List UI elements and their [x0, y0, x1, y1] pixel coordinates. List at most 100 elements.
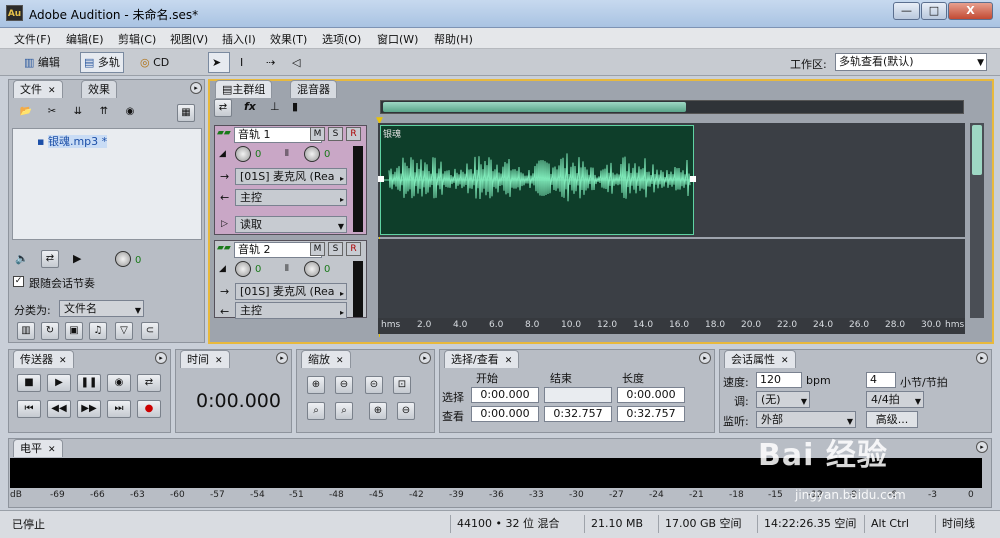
track-1-mute-button[interactable]: M	[310, 127, 325, 141]
track-2-solo-button[interactable]: S	[328, 242, 343, 256]
zoom-to-selection-icon[interactable]: ⊡	[393, 376, 411, 394]
zoom-left-edge-icon[interactable]: ⌕	[307, 402, 325, 420]
show-loop-icon[interactable]: ↻	[41, 322, 59, 340]
advanced-button[interactable]: 高级...	[866, 411, 918, 428]
time-select-tool-button[interactable]: I	[236, 52, 258, 73]
close-button[interactable]: X	[948, 2, 993, 20]
view-start-field[interactable]: 0:00.000	[471, 406, 539, 422]
track-2-record-button[interactable]: R	[346, 242, 361, 256]
menu-options[interactable]: 选项(O)	[322, 31, 361, 47]
play-preview-icon[interactable]: ◉	[121, 104, 139, 122]
track-1-name-field[interactable]: 音轨 1	[234, 127, 322, 143]
tab-transport[interactable]: 传送器 ✕	[13, 350, 74, 368]
edit-view-button[interactable]: ▥ 编辑	[20, 52, 64, 73]
eq-icon[interactable]: ▮	[292, 100, 298, 113]
show-cd-icon[interactable]: ⊂	[141, 322, 159, 340]
track-2-header[interactable]: ▰▰ 音轨 2 M S R ◢ 0 ⫴ 0 → [01S] 麦克风 (Rea ▸ …	[214, 240, 367, 319]
track-1-automation-select[interactable]: 读取 ▼	[235, 216, 347, 233]
play-icon[interactable]: ▶	[73, 252, 81, 265]
track-1-volume-knob[interactable]	[235, 146, 251, 162]
tab-session-properties[interactable]: 会话属性 ✕	[724, 350, 796, 368]
timeline-scroll-thumb[interactable]	[383, 102, 686, 112]
track-1-input-select[interactable]: [01S] 麦克风 (Rea ▸	[235, 168, 347, 185]
time-ruler[interactable]: hms 2.0 4.0 6.0 8.0 10.0 12.0 14.0 16.0 18.0 20.0 2…	[378, 318, 965, 334]
track-2-input-select[interactable]: [01S] 麦克风 (Rea ▸	[235, 283, 347, 300]
monitor-select[interactable]: 外部 ▼	[756, 411, 856, 428]
track-1-output-select[interactable]: 主控 ▸	[235, 189, 347, 206]
pause-icon[interactable]: ❚❚	[77, 374, 101, 392]
sends-icon[interactable]: ⊥	[270, 100, 280, 113]
cd-view-button[interactable]: ◎ CD	[136, 52, 173, 73]
panel-menu-icon[interactable]: ▸	[155, 352, 167, 364]
menu-edit[interactable]: 编辑(E)	[66, 31, 104, 47]
track-1-header[interactable]: ▰▰ 音轨 1 M S R ◢ 0 ⫴ 0 → [01S] 麦克风 (Rea ▸ …	[214, 125, 367, 235]
skip-start-icon[interactable]: ⏮	[17, 400, 41, 418]
track-2-lane[interactable]	[378, 239, 965, 318]
track-1-solo-button[interactable]: S	[328, 127, 343, 141]
time-signature-select[interactable]: 4/4拍 ▼	[866, 391, 924, 408]
view-end-field[interactable]: 0:32.757	[544, 406, 612, 422]
track-2-mute-button[interactable]: M	[310, 242, 325, 256]
close-icon[interactable]: ✕	[59, 356, 67, 366]
timeline-scrollbar[interactable]	[380, 100, 964, 114]
close-icon[interactable]: ✕	[781, 356, 789, 366]
multitrack-view-button[interactable]: ▤ 多轨	[80, 52, 124, 73]
import-file-icon[interactable]: 📂	[17, 104, 35, 122]
select-length-field[interactable]: 0:00.000	[617, 387, 685, 403]
zoom-out-vertical-icon[interactable]: ⊖	[397, 402, 415, 420]
close-file-icon[interactable]: ✂	[43, 104, 61, 122]
automation-expand-icon[interactable]: ▷	[221, 219, 228, 229]
rewind-icon[interactable]: ◀◀	[47, 400, 71, 418]
tab-level[interactable]: 电平 ✕	[13, 439, 63, 457]
record-icon[interactable]: ●	[137, 400, 161, 418]
fast-forward-icon[interactable]: ▶▶	[77, 400, 101, 418]
clip-envelope-handle[interactable]	[690, 176, 696, 182]
minimize-button[interactable]: —	[893, 2, 920, 20]
menu-clip[interactable]: 剪辑(C)	[118, 31, 156, 47]
track-2-output-select[interactable]: 主控 ▸	[235, 302, 347, 319]
show-video-icon[interactable]: ▣	[65, 322, 83, 340]
speaker-icon[interactable]: 🔈	[15, 252, 29, 265]
track-2-pan-knob[interactable]	[304, 261, 320, 277]
menu-help[interactable]: 帮助(H)	[434, 31, 473, 47]
close-icon[interactable]: ✕	[505, 356, 513, 366]
clip-envelope-handle[interactable]	[378, 176, 384, 182]
tempo-field[interactable]: 120	[756, 372, 802, 388]
close-icon[interactable]: ✕	[48, 445, 56, 455]
tab-selection-view[interactable]: 选择/查看 ✕	[444, 350, 520, 368]
menu-insert[interactable]: 插入(I)	[222, 31, 256, 47]
zoom-out-horizontal-icon[interactable]: ⊖	[335, 376, 353, 394]
play-icon[interactable]: ▶	[47, 374, 71, 392]
track-1-record-button[interactable]: R	[346, 127, 361, 141]
menu-file[interactable]: 文件(F)	[14, 31, 51, 47]
select-start-field[interactable]: 0:00.000	[471, 387, 539, 403]
tab-zoom[interactable]: 缩放 ✕	[301, 350, 351, 368]
close-icon[interactable]: ✕	[48, 86, 56, 96]
panel-menu-icon[interactable]: ▸	[699, 352, 711, 364]
track-io-icon[interactable]: ⇄	[214, 99, 232, 117]
show-audio-icon[interactable]: ▥	[17, 322, 35, 340]
tab-time[interactable]: 时间 ✕	[180, 350, 230, 368]
workspace-select[interactable]: 多轨查看(默认) ▼	[835, 53, 987, 71]
stop-icon[interactable]: ■	[17, 374, 41, 392]
menu-effects[interactable]: 效果(T)	[270, 31, 307, 47]
close-icon[interactable]: ✕	[336, 356, 344, 366]
move-tool-button[interactable]: ➤	[208, 52, 230, 73]
scrub-tool-button[interactable]: ◁	[288, 52, 310, 73]
view-options-icon[interactable]: ▦	[177, 104, 195, 122]
insert-into-cd-icon[interactable]: ⇈	[95, 104, 113, 122]
track-2-volume-knob[interactable]	[235, 261, 251, 277]
loop-play-icon[interactable]: ⇄	[137, 374, 161, 392]
panel-menu-icon[interactable]: ▸	[190, 82, 202, 94]
sort-select[interactable]: 文件名 ▼	[59, 300, 144, 317]
audio-clip[interactable]: 银魂	[378, 125, 696, 235]
close-icon[interactable]: ✕	[215, 356, 223, 366]
key-select[interactable]: (无) ▼	[756, 391, 810, 408]
menu-view[interactable]: 视图(V)	[170, 31, 208, 47]
zoom-in-horizontal-icon[interactable]: ⊕	[307, 376, 325, 394]
filter-icon[interactable]: ▽	[115, 322, 133, 340]
track-1-pan-knob[interactable]	[304, 146, 320, 162]
follow-session-checkbox[interactable]: ✓	[13, 276, 24, 287]
play-from-cursor-icon[interactable]: ◉	[107, 374, 131, 392]
track-2-name-field[interactable]: 音轨 2	[234, 242, 322, 258]
